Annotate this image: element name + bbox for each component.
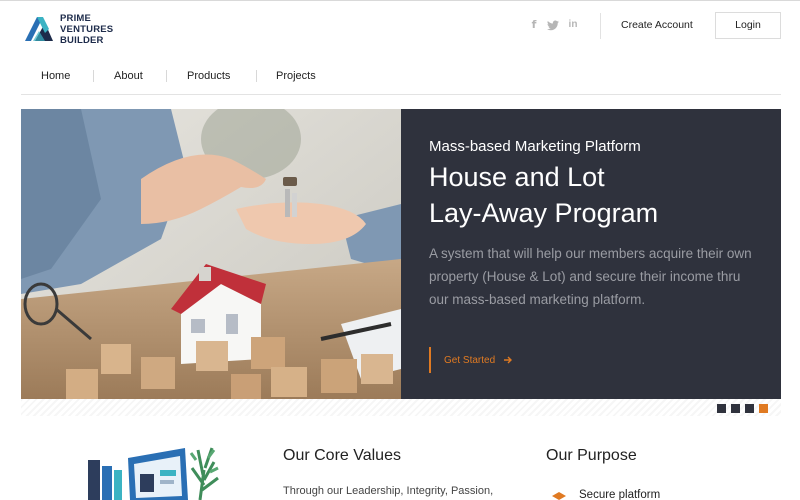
purpose-title: Our Purpose xyxy=(546,447,637,464)
create-account-link[interactable]: Create Account xyxy=(621,19,693,31)
hero-title-line-1: House and Lot xyxy=(429,162,605,192)
twitter-icon[interactable] xyxy=(546,18,560,32)
nav-item-products[interactable]: Products xyxy=(187,70,230,82)
get-started-label: Get Started xyxy=(444,354,496,366)
header-divider xyxy=(600,13,601,39)
hero-panel: Mass-based Marketing Platform House and … xyxy=(401,109,781,399)
site-header: PRIME VENTURES BUILDER f in Create Accou… xyxy=(0,1,800,56)
hero-description: A system that will help our members acqu… xyxy=(429,246,752,307)
arrow-right-icon xyxy=(504,356,513,364)
core-values-text: Through our Leadership, Integrity, Passi… xyxy=(283,485,494,497)
nav-item-home[interactable]: Home xyxy=(41,70,70,82)
brand-wordmark: PRIME VENTURES BUILDER xyxy=(60,13,113,46)
brand-line-3: BUILDER xyxy=(60,34,104,46)
core-values-title: Our Core Values xyxy=(283,447,401,464)
house-keys-photo xyxy=(21,109,401,399)
slider-pagination xyxy=(717,404,773,413)
slide-dot-3[interactable] xyxy=(745,404,754,413)
facebook-icon[interactable]: f xyxy=(527,18,541,32)
brand-mark-icon xyxy=(25,17,53,41)
hero-image xyxy=(21,109,401,399)
nav-divider xyxy=(93,70,94,82)
hero-title: House and Lot Lay-Away Program xyxy=(429,159,658,231)
brand-line-1: PRIME xyxy=(60,12,92,24)
nav-divider xyxy=(166,70,167,82)
main-nav: Home About Products Projects xyxy=(21,62,781,95)
brand-line-2: VENTURES xyxy=(60,23,114,35)
slide-dot-1[interactable] xyxy=(717,404,726,413)
purpose-item-1: Secure platform xyxy=(579,489,661,500)
nav-divider xyxy=(256,70,257,82)
social-links: f in xyxy=(527,18,580,32)
layers-icon xyxy=(552,492,566,500)
nav-item-projects[interactable]: Projects xyxy=(276,70,316,82)
brand-logo[interactable]: PRIME VENTURES BUILDER xyxy=(21,11,113,47)
hero-kicker: Mass-based Marketing Platform xyxy=(429,138,641,155)
slider-footer-band xyxy=(21,399,781,416)
get-started-button[interactable]: Get Started xyxy=(429,347,513,373)
office-illustration xyxy=(88,447,219,500)
linkedin-icon[interactable]: in xyxy=(566,18,580,32)
hero-title-line-2: Lay-Away Program xyxy=(429,198,659,228)
slide-dot-4[interactable] xyxy=(759,404,768,413)
hero-slider: Mass-based Marketing Platform House and … xyxy=(21,109,781,399)
login-button[interactable]: Login xyxy=(715,12,781,39)
core-values-illustration xyxy=(80,440,230,500)
slide-dot-2[interactable] xyxy=(731,404,740,413)
nav-item-about[interactable]: About xyxy=(114,70,143,82)
